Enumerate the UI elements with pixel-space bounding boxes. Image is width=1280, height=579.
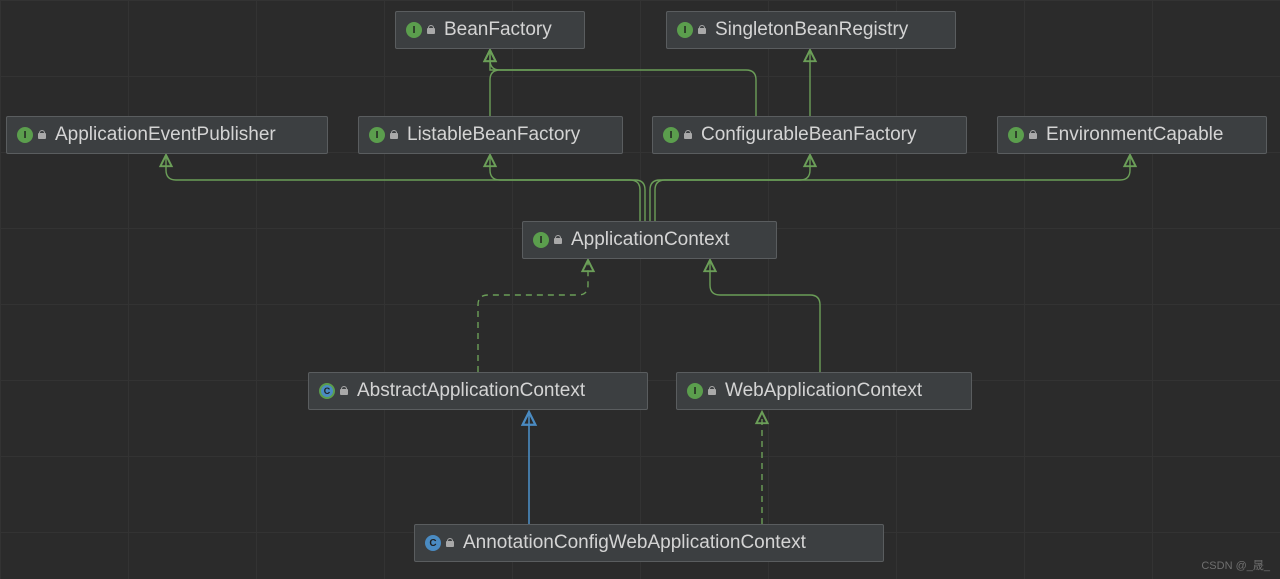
edge-appctx-to-envcapable <box>655 155 1130 221</box>
lock-icon <box>339 386 349 396</box>
edge-appctx-to-configurable <box>650 155 810 221</box>
lock-icon <box>445 538 455 548</box>
lock-icon <box>707 386 717 396</box>
edge-appctx-to-eventpub <box>166 155 640 221</box>
edge-abstract-to-appctx <box>478 260 588 372</box>
node-label: EnvironmentCapable <box>1046 124 1223 146</box>
node-label: ApplicationEventPublisher <box>55 124 276 146</box>
interface-icon <box>663 127 679 143</box>
node-label: WebApplicationContext <box>725 380 922 402</box>
node-label: ApplicationContext <box>571 229 729 251</box>
node-web-application-context[interactable]: WebApplicationContext <box>676 372 972 410</box>
lock-icon <box>37 130 47 140</box>
interface-icon <box>687 383 703 399</box>
lock-icon <box>426 25 436 35</box>
abstract-class-icon <box>319 383 335 399</box>
node-label: ListableBeanFactory <box>407 124 580 146</box>
node-application-event-publisher[interactable]: ApplicationEventPublisher <box>6 116 328 154</box>
node-label: AnnotationConfigWebApplicationContext <box>463 532 806 554</box>
lock-icon <box>1028 130 1038 140</box>
node-abstract-application-context[interactable]: AbstractApplicationContext <box>308 372 648 410</box>
interface-icon <box>677 22 693 38</box>
lock-icon <box>389 130 399 140</box>
interface-icon <box>17 127 33 143</box>
node-configurable-bean-factory[interactable]: ConfigurableBeanFactory <box>652 116 967 154</box>
watermark: CSDN @_晟_ <box>1201 557 1270 573</box>
lock-icon <box>553 235 563 245</box>
node-annotation-config-web-application-context[interactable]: AnnotationConfigWebApplicationContext <box>414 524 884 562</box>
lock-icon <box>697 25 707 35</box>
edge-listable-to-beanfactory <box>490 50 540 116</box>
node-application-context[interactable]: ApplicationContext <box>522 221 777 259</box>
lock-icon <box>683 130 693 140</box>
node-label: AbstractApplicationContext <box>357 380 585 402</box>
edges-layer: ApplicationContext (dashed) --> Applicat… <box>0 0 1280 579</box>
edge-appctx-to-listable <box>490 155 645 221</box>
node-bean-factory[interactable]: BeanFactory <box>395 11 585 49</box>
node-singleton-bean-registry[interactable]: SingletonBeanRegistry <box>666 11 956 49</box>
interface-icon <box>406 22 422 38</box>
node-label: SingletonBeanRegistry <box>715 19 908 41</box>
interface-icon <box>1008 127 1024 143</box>
node-environment-capable[interactable]: EnvironmentCapable <box>997 116 1267 154</box>
interface-icon <box>369 127 385 143</box>
edge-webctx-to-appctx <box>710 260 820 372</box>
interface-icon <box>533 232 549 248</box>
edge-configurable-to-beanfactory <box>490 50 756 116</box>
node-label: ConfigurableBeanFactory <box>701 124 916 146</box>
class-icon <box>425 535 441 551</box>
node-listable-bean-factory[interactable]: ListableBeanFactory <box>358 116 623 154</box>
node-label: BeanFactory <box>444 19 552 41</box>
